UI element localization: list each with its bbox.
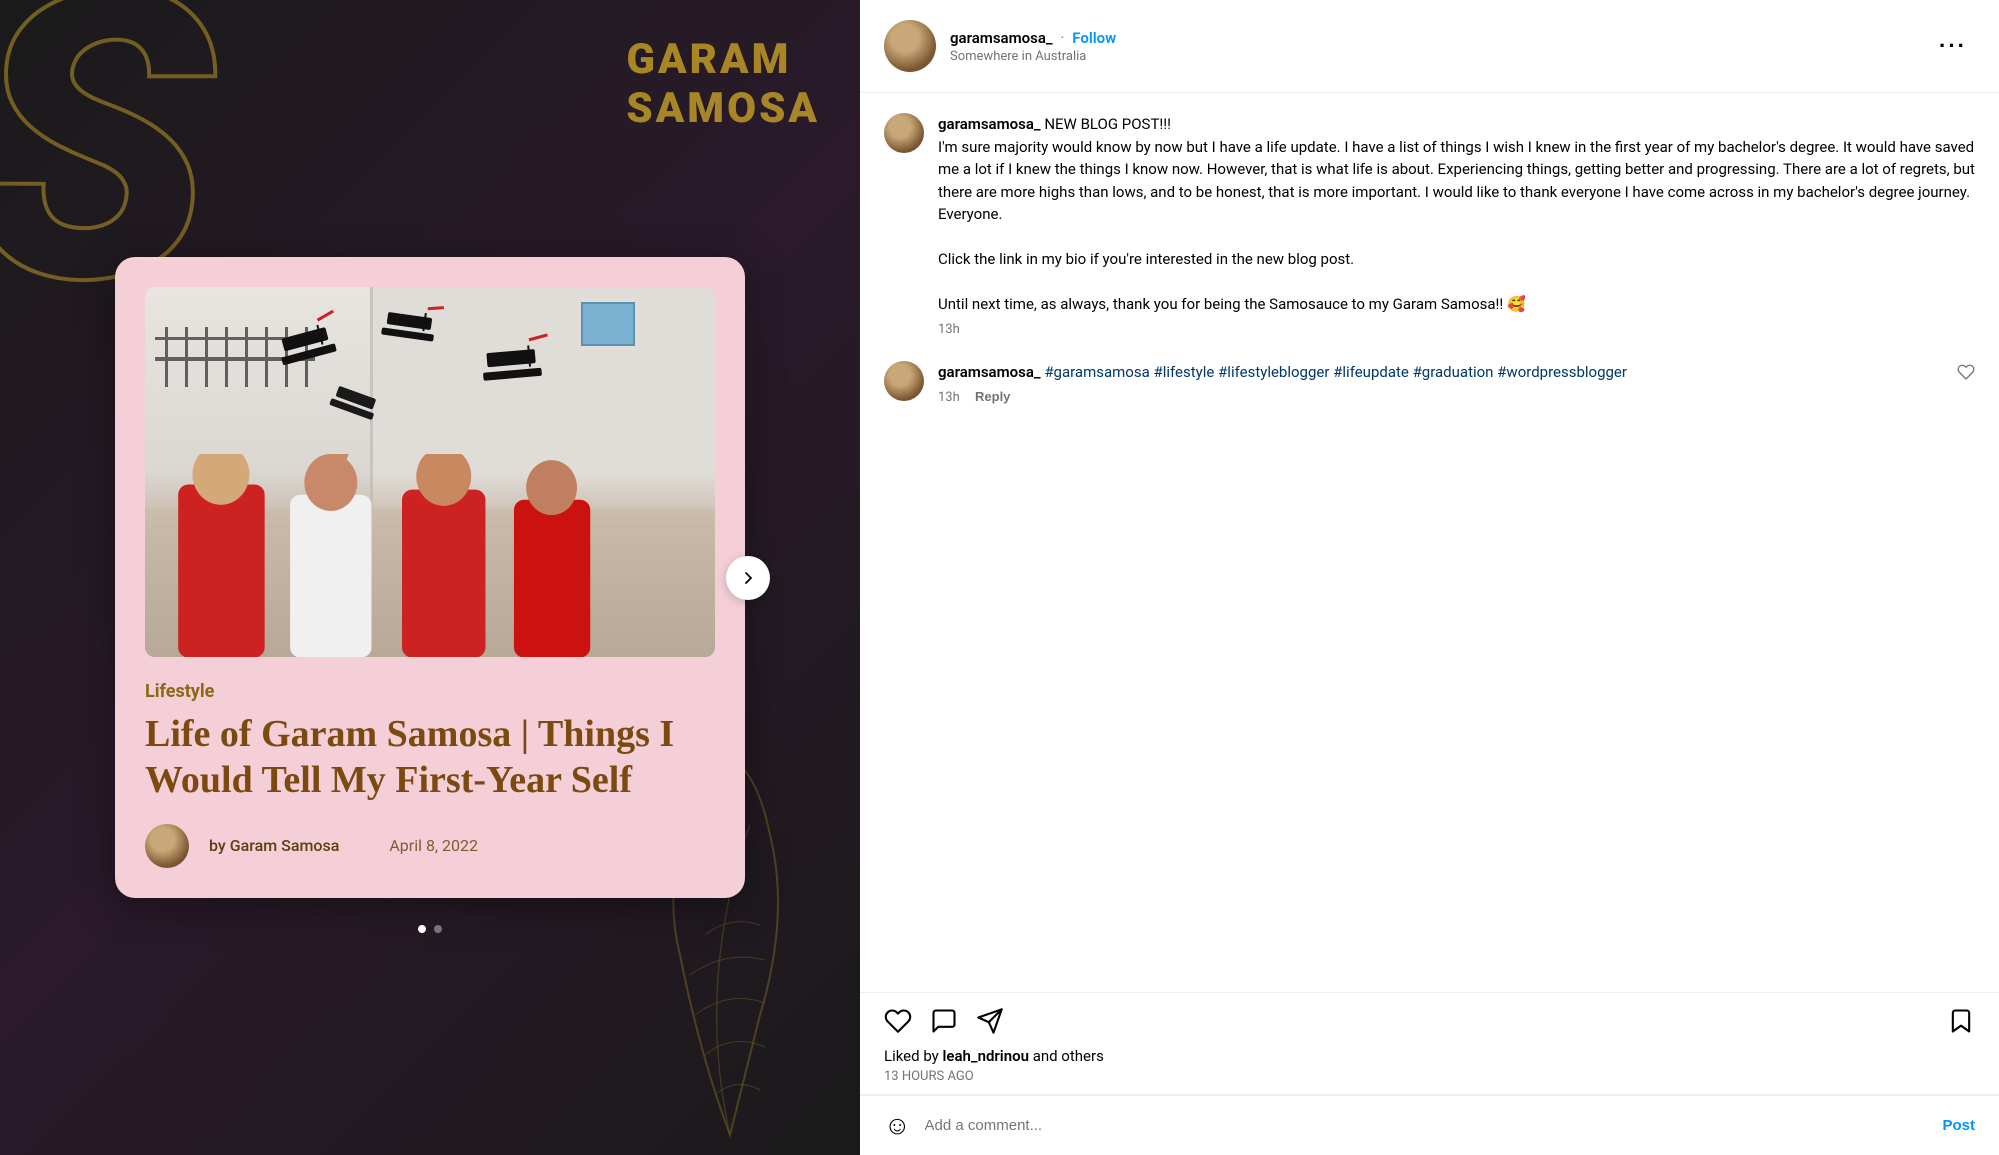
hashtag-comment-block: garamsamosa_ #garamsamosa #lifestyle #li… (884, 361, 1975, 406)
blog-card-meta: by Garam Samosa April 8, 2022 (145, 824, 715, 868)
blog-card-avatar (145, 824, 189, 868)
main-caption-block: garamsamosa_ NEW BLOG POST!!! I'm sure m… (884, 113, 1975, 337)
more-options-button[interactable]: ··· (1931, 29, 1975, 63)
hashtag-avatar (884, 361, 924, 401)
caption-content: garamsamosa_ NEW BLOG POST!!! I'm sure m… (938, 113, 1975, 337)
reply-button[interactable]: Reply (975, 389, 1010, 404)
hashtag-heart-button[interactable] (1957, 361, 1975, 386)
slide-dots (418, 925, 442, 933)
caption-new-post: NEW BLOG POST!!! (1044, 115, 1171, 133)
next-slide-button[interactable] (726, 556, 770, 600)
comment-input[interactable] (925, 1117, 1929, 1134)
comment-input-row: ☺ Post (860, 1095, 1999, 1155)
slide-dot-2[interactable] (434, 925, 442, 933)
header-username[interactable]: garamsamosa_ (950, 29, 1053, 47)
blog-card-category: Lifestyle (145, 681, 715, 702)
share-button[interactable] (976, 1007, 1004, 1035)
blog-card-title: Life of Garam Samosa | Things I Would Te… (145, 712, 715, 803)
post-header-info: garamsamosa_ · Follow Somewhere in Austr… (950, 29, 1917, 64)
blog-card: Lifestyle Life of Garam Samosa | Things … (115, 257, 745, 897)
hashtag-username[interactable]: garamsamosa_ (938, 363, 1041, 381)
header-dot: · (1061, 30, 1065, 46)
liked-by-user[interactable]: leah_ndrinou (943, 1047, 1029, 1065)
comment-button[interactable] (930, 1007, 958, 1035)
right-panel: garamsamosa_ · Follow Somewhere in Austr… (860, 0, 1999, 1155)
username-row: garamsamosa_ · Follow (950, 29, 1917, 47)
post-header: garamsamosa_ · Follow Somewhere in Austr… (860, 0, 1999, 93)
follow-button[interactable]: Follow (1072, 29, 1116, 47)
action-buttons-row (884, 1007, 1975, 1035)
hashtag-text: garamsamosa_ #garamsamosa #lifestyle #li… (938, 361, 1943, 384)
caption-text: garamsamosa_ NEW BLOG POST!!! I'm sure m… (938, 113, 1975, 316)
blog-card-author: by Garam Samosa (209, 836, 339, 855)
left-panel: S GARAMSAMOSA (0, 0, 860, 1155)
caption-avatar (884, 113, 924, 153)
post-time-ago: 13 HOURS AGO (884, 1069, 1975, 1084)
save-button[interactable] (1947, 1007, 1975, 1035)
caption-username[interactable]: garamsamosa_ (938, 115, 1041, 133)
like-button[interactable] (884, 1007, 912, 1035)
hashtag-content: garamsamosa_ #garamsamosa #lifestyle #li… (938, 361, 1943, 406)
emoji-button[interactable]: ☺ (884, 1110, 911, 1141)
hashtag-time: 13h Reply (938, 389, 1943, 405)
caption-outro: Until next time, as always, thank you fo… (938, 295, 1526, 313)
slide-dot-1[interactable] (418, 925, 426, 933)
caption-cta: Click the link in my bio if you're inter… (938, 250, 1354, 268)
likes-text: Liked by leah_ndrinou and others (884, 1047, 1975, 1065)
comment-post-button[interactable]: Post (1942, 1117, 1975, 1134)
caption-time: 13h (938, 322, 1975, 337)
hashtags: #garamsamosa #lifestyle #lifestyleblogge… (1044, 363, 1627, 381)
blog-card-date: April 8, 2022 (389, 836, 478, 855)
decorative-logo: GARAMSAMOSA (626, 35, 820, 133)
blog-card-image (145, 287, 715, 657)
graduation-photo (145, 287, 715, 657)
caption-body: I'm sure majority would know by now but … (938, 138, 1975, 224)
post-location: Somewhere in Australia (950, 49, 1917, 64)
post-body: garamsamosa_ NEW BLOG POST!!! I'm sure m… (860, 93, 1999, 993)
post-header-avatar (884, 20, 936, 72)
post-actions: Liked by leah_ndrinou and others 13 HOUR… (860, 993, 1999, 1095)
